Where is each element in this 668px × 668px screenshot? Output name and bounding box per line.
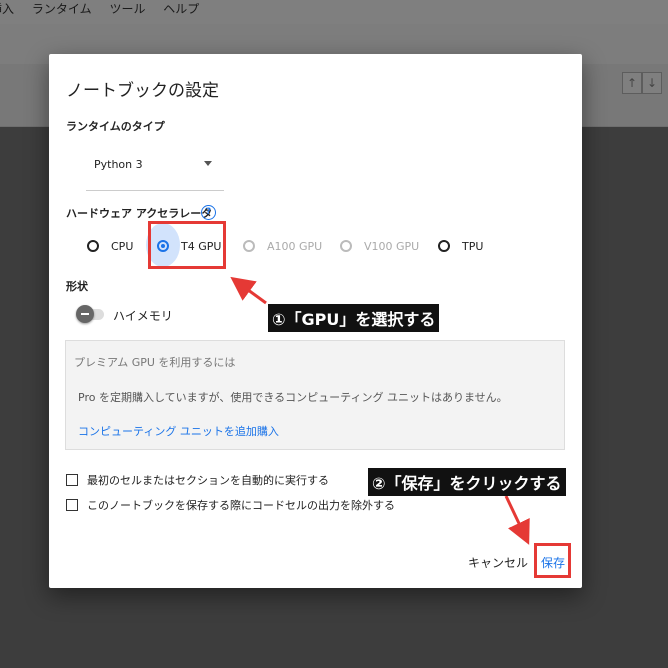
annotation-step2: ②「保存」をクリックする [368,468,566,496]
annotation-step1: ①「GPU」を選択する [268,304,440,332]
annotation-arrows [230,276,530,545]
arrow-to-save [504,495,530,545]
arrow-to-gpu [230,276,267,305]
